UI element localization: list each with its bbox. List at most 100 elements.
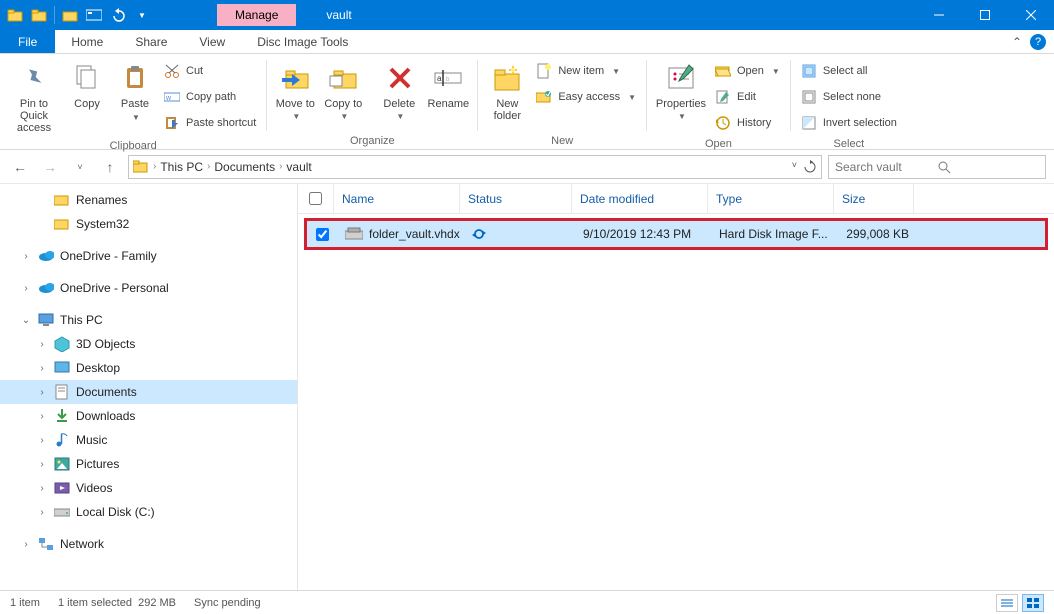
ribbon: Pin to Quick access Copy Paste ▼ Cut wCo… <box>0 54 1054 150</box>
folder-icon <box>133 160 149 174</box>
nav-pictures[interactable]: ›Pictures <box>0 452 297 476</box>
nav-local-disk[interactable]: ›Local Disk (C:) <box>0 500 297 524</box>
select-none-icon <box>801 89 817 105</box>
refresh-icon[interactable] <box>803 160 817 174</box>
open-button[interactable]: Open▼ <box>715 60 780 82</box>
nav-music[interactable]: ›Music <box>0 428 297 452</box>
nav-onedrive-personal[interactable]: ›OneDrive - Personal <box>0 276 297 300</box>
select-all-label: Select all <box>823 65 868 77</box>
open-icon <box>715 63 731 79</box>
qat-folder3-icon[interactable] <box>59 4 81 26</box>
row-status-cell <box>463 221 575 247</box>
collapse-ribbon-icon[interactable]: ⌃ <box>1012 35 1022 49</box>
3d-objects-icon <box>54 336 70 352</box>
header-status[interactable]: Status <box>460 184 572 213</box>
breadcrumb-vault[interactable]: vault <box>286 160 311 174</box>
paste-button[interactable]: Paste ▼ <box>112 58 158 127</box>
invert-selection-button[interactable]: Invert selection <box>801 112 897 134</box>
header-size[interactable]: Size <box>834 184 914 213</box>
desktop-icon <box>54 360 70 376</box>
header-check[interactable] <box>298 184 334 213</box>
address-bar[interactable]: › This PC › Documents › vault ˅ <box>128 155 822 179</box>
edit-button[interactable]: Edit <box>715 86 780 108</box>
nav-renames[interactable]: Renames <box>0 188 297 212</box>
nav-onedrive-family[interactable]: ›OneDrive - Family <box>0 244 297 268</box>
select-none-button[interactable]: Select none <box>801 86 897 108</box>
window-title: vault <box>296 8 916 22</box>
title-context-tab: Manage <box>217 4 296 26</box>
qat-undo-icon[interactable] <box>107 4 129 26</box>
select-all-button[interactable]: Select all <box>801 60 897 82</box>
nav-desktop[interactable]: ›Desktop <box>0 356 297 380</box>
tab-view[interactable]: View <box>183 30 241 53</box>
nav-system32[interactable]: System32 <box>0 212 297 236</box>
new-item-button[interactable]: New item▼ <box>536 60 636 82</box>
file-name: folder_vault.vhdx <box>369 227 460 241</box>
nav-documents[interactable]: ›Documents <box>0 380 297 404</box>
maximize-button[interactable] <box>962 0 1008 30</box>
copy-to-button[interactable]: Copy to ▼ <box>321 58 367 126</box>
group-label-open: Open <box>653 136 784 150</box>
nav-label: Videos <box>76 481 112 495</box>
help-button[interactable]: ? <box>1030 34 1046 50</box>
copy-to-label: Copy to ▼ <box>323 98 365 122</box>
vhdx-file-icon <box>345 227 363 241</box>
videos-icon <box>54 480 70 496</box>
chevron-right-icon[interactable]: › <box>279 161 282 172</box>
header-type[interactable]: Type <box>708 184 834 213</box>
search-input[interactable]: Search vault <box>828 155 1046 179</box>
back-button[interactable]: ← <box>8 155 32 179</box>
header-date[interactable]: Date modified <box>572 184 708 213</box>
details-view-toggle[interactable] <box>996 594 1018 612</box>
nav-label: Documents <box>76 385 137 399</box>
breadcrumb-documents[interactable]: Documents <box>214 160 275 174</box>
new-item-icon <box>536 63 552 79</box>
tab-share[interactable]: Share <box>119 30 183 53</box>
nav-3d-objects[interactable]: ›3D Objects <box>0 332 297 356</box>
header-name[interactable]: Name <box>334 184 460 213</box>
tab-disc-image-tools[interactable]: Disc Image Tools <box>241 30 364 53</box>
ribbon-group-new: New folder New item▼ Easy access▼ New <box>478 54 646 149</box>
row-checkbox[interactable] <box>307 221 337 247</box>
qat-customize-icon[interactable]: ▼ <box>131 4 153 26</box>
forward-button[interactable]: → <box>38 155 62 179</box>
up-button[interactable]: ↑ <box>98 155 122 179</box>
tab-file[interactable]: File <box>0 30 55 53</box>
properties-label: Properties ▼ <box>655 98 707 122</box>
rename-label: Rename <box>428 98 470 110</box>
nav-downloads[interactable]: ›Downloads <box>0 404 297 428</box>
icons-view-toggle[interactable] <box>1022 594 1044 612</box>
nav-network[interactable]: ›Network <box>0 532 297 556</box>
close-button[interactable] <box>1008 0 1054 30</box>
nav-this-pc[interactable]: ⌄This PC <box>0 308 297 332</box>
easy-access-button[interactable]: Easy access▼ <box>536 86 636 108</box>
properties-button[interactable]: Properties ▼ <box>653 58 709 126</box>
row-name-cell[interactable]: folder_vault.vhdx <box>337 221 463 247</box>
pin-to-quick-access-button[interactable]: Pin to Quick access <box>6 58 62 138</box>
new-item-label: New item <box>558 65 604 77</box>
qat-folder2-icon[interactable] <box>28 4 50 26</box>
status-sync: Sync pending <box>194 597 261 609</box>
delete-button[interactable]: Delete ▼ <box>377 58 423 126</box>
new-folder-button[interactable]: New folder <box>484 58 530 126</box>
cut-button[interactable]: Cut <box>164 60 256 82</box>
copy-path-button[interactable]: wCopy path <box>164 86 256 108</box>
address-dropdown-icon[interactable]: ˅ <box>788 160 801 174</box>
qat-properties-icon[interactable] <box>83 4 105 26</box>
file-row[interactable]: folder_vault.vhdx 9/10/2019 12:43 PM Har… <box>307 221 1045 247</box>
tab-home[interactable]: Home <box>55 30 119 53</box>
chevron-right-icon[interactable]: › <box>153 161 156 172</box>
minimize-button[interactable] <box>916 0 962 30</box>
recent-dropdown-icon[interactable]: ˅ <box>68 155 92 179</box>
address-bar-row: ← → ˅ ↑ › This PC › Documents › vault ˅ … <box>0 150 1054 184</box>
status-bar: 1 item 1 item selected 292 MB Sync pendi… <box>0 590 1054 614</box>
copy-button[interactable]: Copy <box>64 58 110 114</box>
paste-shortcut-button[interactable]: Paste shortcut <box>164 112 256 134</box>
move-to-button[interactable]: Move to ▼ <box>273 58 319 126</box>
chevron-right-icon[interactable]: › <box>207 161 210 172</box>
breadcrumb-this-pc[interactable]: This PC <box>160 160 203 174</box>
rename-button[interactable]: ab Rename <box>425 58 471 114</box>
history-button[interactable]: History <box>715 112 780 134</box>
qat-folder-icon[interactable] <box>4 4 26 26</box>
nav-videos[interactable]: ›Videos <box>0 476 297 500</box>
